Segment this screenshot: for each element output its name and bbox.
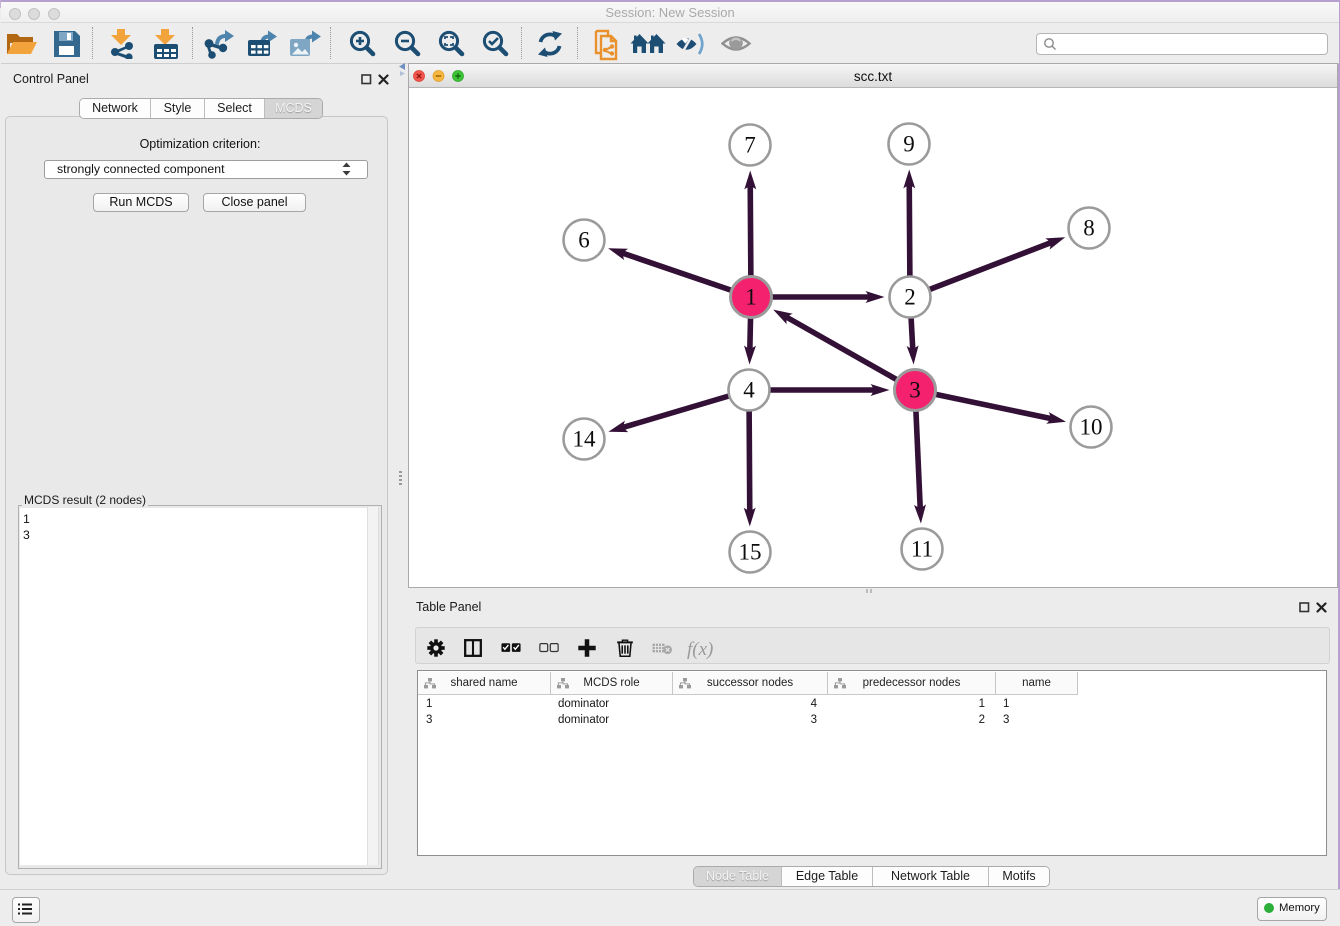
- svg-text:6: 6: [578, 228, 590, 253]
- svg-text:3: 3: [909, 378, 921, 403]
- svg-text:15: 15: [739, 540, 762, 565]
- svg-text:f(x): f(x): [687, 639, 713, 660]
- svg-text:14: 14: [573, 427, 597, 452]
- svg-text:10: 10: [1080, 415, 1103, 440]
- svg-text:9: 9: [903, 132, 915, 157]
- svg-text:7: 7: [744, 133, 756, 158]
- svg-text:11: 11: [911, 537, 933, 562]
- svg-text:2: 2: [904, 285, 916, 310]
- svg-text:4: 4: [743, 378, 755, 403]
- svg-text:8: 8: [1083, 216, 1095, 241]
- svg-text:1: 1: [745, 285, 757, 310]
